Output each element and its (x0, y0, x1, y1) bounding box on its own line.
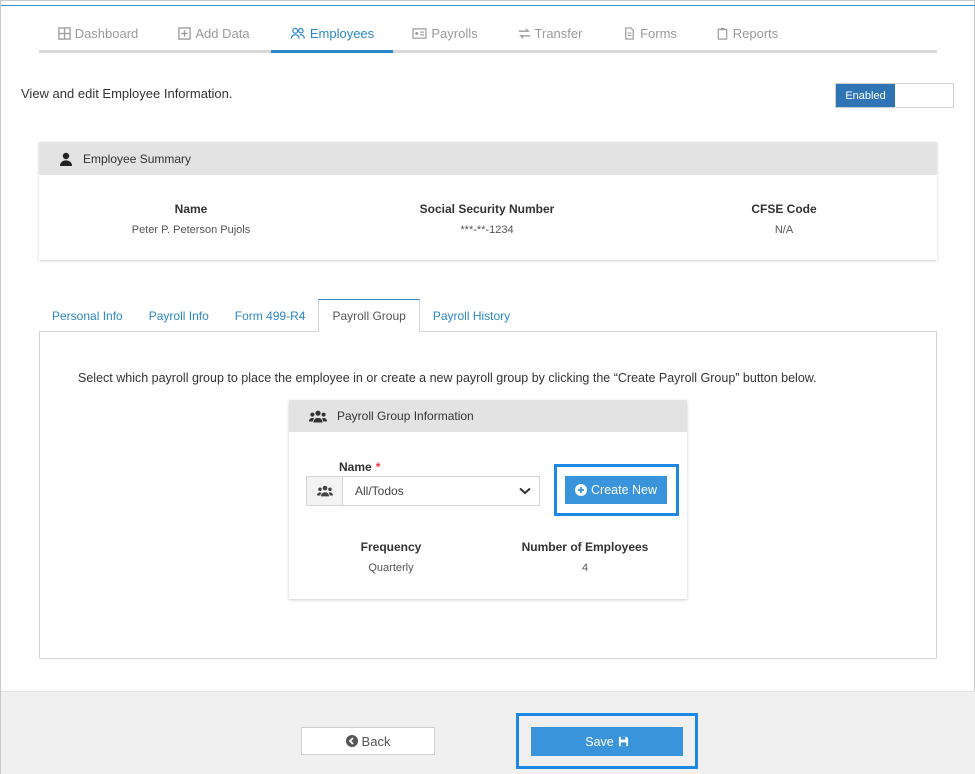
nav-label: Employees (309, 26, 375, 41)
select-value: All/Todos (355, 484, 404, 498)
payroll-group-instruction: Select which payroll group to place the … (78, 371, 817, 385)
summary-cfse-value: N/A (774, 224, 794, 236)
employee-summary-card: Employee Summary Name Peter P. Peterson … (39, 142, 937, 260)
nav-label: Add Data (195, 26, 250, 41)
grid-icon (57, 27, 71, 40)
nav-label: Reports (732, 26, 779, 41)
frequency-value: Quarterly (368, 562, 414, 574)
summary-ssn-value: ***-**-1234 (460, 224, 514, 236)
chevron-down-icon (511, 477, 539, 505)
summary-name-label: Name (174, 202, 208, 216)
group-employee-count: Number of Employees 4 (515, 540, 655, 574)
form-footer: Back Save (1, 691, 975, 774)
select-addon (307, 477, 343, 505)
main-nav: Dashboard Add Data Employees Payrolls Tr… (39, 17, 937, 53)
group-frequency: Frequency Quarterly (351, 540, 431, 574)
id-card-icon (412, 28, 427, 39)
nav-label: Dashboard (74, 26, 139, 41)
employees-label: Number of Employees (521, 540, 649, 554)
tab-payroll-info[interactable]: Payroll Info (136, 299, 222, 332)
floppy-disk-icon (618, 736, 628, 747)
nav-transfer[interactable]: Transfer (497, 17, 603, 50)
summary-cfse-label: CFSE Code (751, 202, 817, 216)
plus-circle-icon (575, 484, 587, 496)
nav-label: Forms (640, 26, 677, 41)
plus-square-icon (178, 27, 192, 40)
employee-summary-title: Employee Summary (83, 151, 192, 166)
enabled-toggle[interactable]: Enabled (835, 83, 954, 108)
page-description: View and edit Employee Information. (21, 86, 233, 101)
tab-form-499-r4[interactable]: Form 499-R4 (222, 299, 319, 332)
frequency-label: Frequency (360, 540, 422, 554)
app-window: Dashboard Add Data Employees Payrolls Tr… (0, 0, 975, 774)
tab-payroll-group[interactable]: Payroll Group (318, 299, 420, 332)
save-label: Save (585, 734, 614, 749)
nav-label: Payrolls (431, 26, 478, 41)
users-icon (316, 485, 333, 497)
payroll-group-panel: Select which payroll group to place the … (39, 331, 937, 659)
summary-name: Name Peter P. Peterson Pujols (81, 202, 301, 236)
summary-ssn: Social Security Number ***-**-1234 (377, 202, 597, 236)
transfer-arrows-icon (518, 28, 530, 39)
group-name-label: Name * (339, 460, 380, 474)
summary-name-value: Peter P. Peterson Pujols (131, 224, 251, 236)
clipboard-icon (717, 27, 728, 40)
required-mark: * (375, 460, 381, 474)
payroll-group-select[interactable]: All/Todos (306, 476, 540, 506)
tab-personal-info[interactable]: Personal Info (39, 299, 136, 332)
payroll-group-card: Payroll Group Information Name * All/Todo… (289, 400, 687, 599)
employees-value: 4 (581, 562, 589, 574)
summary-ssn-label: Social Security Number (419, 202, 555, 216)
tab-payroll-history[interactable]: Payroll History (420, 299, 523, 332)
document-icon (625, 27, 634, 40)
back-button[interactable]: Back (301, 727, 435, 755)
group-name-label-text: Name (339, 460, 372, 474)
users-icon (290, 27, 305, 39)
payroll-group-header: Payroll Group Information (289, 400, 687, 432)
payroll-group-title: Payroll Group Information (337, 409, 474, 423)
user-icon (60, 152, 72, 166)
back-label: Back (361, 733, 391, 749)
nav-label: Transfer (534, 26, 583, 41)
employee-summary-header: Employee Summary (39, 142, 937, 175)
toggle-on-label: Enabled (836, 84, 895, 107)
save-button[interactable]: Save (531, 727, 683, 756)
employee-tabs: Personal Info Payroll Info Form 499-R4 P… (39, 299, 523, 332)
create-new-button[interactable]: Create New (565, 476, 667, 504)
summary-cfse: CFSE Code N/A (674, 202, 894, 236)
top-accent-line (1, 5, 975, 6)
nav-reports[interactable]: Reports (697, 17, 797, 50)
nav-payrolls[interactable]: Payrolls (393, 17, 497, 50)
nav-add-data[interactable]: Add Data (157, 17, 271, 50)
create-new-label: Create New (591, 483, 657, 497)
nav-forms[interactable]: Forms (603, 17, 697, 50)
users-icon (309, 410, 327, 422)
nav-dashboard[interactable]: Dashboard (39, 17, 157, 50)
nav-employees[interactable]: Employees (271, 17, 393, 53)
arrow-left-circle-icon (345, 735, 358, 747)
